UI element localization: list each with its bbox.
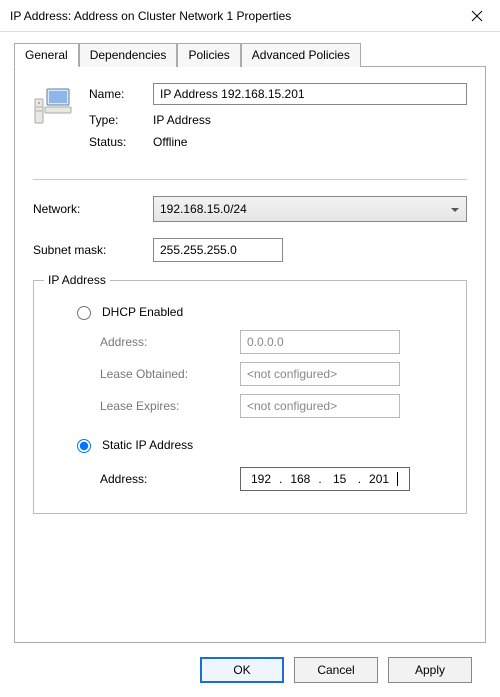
subnet-label: Subnet mask: (33, 243, 143, 257)
ip-octet-1[interactable] (247, 471, 275, 487)
close-button[interactable] (454, 0, 500, 32)
type-value: IP Address (153, 113, 211, 127)
radio-static-label: Static IP Address (102, 438, 193, 452)
dhcp-address-field (240, 330, 400, 354)
ok-button[interactable]: OK (200, 657, 284, 683)
tabpanel-general: Name: Type: IP Address Status: Offline N… (14, 67, 486, 643)
lease-obtained-label: Lease Obtained: (100, 367, 230, 381)
dhcp-address-label: Address: (100, 335, 230, 349)
dot: . (318, 472, 321, 486)
network-label: Network: (33, 202, 143, 216)
ip-octet-2[interactable] (286, 471, 314, 487)
radio-static[interactable]: Static IP Address (72, 436, 448, 453)
name-label: Name: (89, 87, 143, 101)
resource-icon (33, 83, 75, 157)
separator (33, 179, 467, 180)
radio-dhcp[interactable]: DHCP Enabled (72, 303, 448, 320)
radio-static-input[interactable] (77, 439, 91, 453)
dot: . (279, 472, 282, 486)
text-caret (397, 472, 398, 486)
name-input[interactable] (153, 83, 467, 105)
titlebar: IP Address: Address on Cluster Network 1… (0, 0, 500, 32)
window-title: IP Address: Address on Cluster Network 1… (10, 9, 291, 23)
ip-address-group: IP Address DHCP Enabled Address: Lease O… (33, 280, 467, 514)
tab-dependencies[interactable]: Dependencies (79, 43, 178, 67)
status-value: Offline (153, 135, 187, 149)
ip-octet-3[interactable] (326, 471, 354, 487)
ip-octet-4[interactable] (365, 471, 393, 487)
apply-button[interactable]: Apply (388, 657, 472, 683)
tab-policies[interactable]: Policies (177, 43, 240, 67)
button-row: OK Cancel Apply (14, 643, 486, 697)
ip-group-title: IP Address (44, 273, 110, 287)
lease-obtained-field (240, 362, 400, 386)
network-select[interactable]: 192.168.15.0/24 (153, 196, 467, 222)
dot: . (358, 472, 361, 486)
static-address-field[interactable]: . . . (240, 467, 410, 491)
tab-general[interactable]: General (14, 43, 79, 67)
tab-advanced-policies[interactable]: Advanced Policies (241, 43, 361, 67)
subnet-input[interactable] (153, 238, 283, 262)
cancel-button[interactable]: Cancel (294, 657, 378, 683)
tabstrip: General Dependencies Policies Advanced P… (14, 42, 486, 67)
radio-dhcp-label: DHCP Enabled (102, 305, 183, 319)
static-address-label: Address: (100, 472, 230, 486)
radio-dhcp-input[interactable] (77, 306, 91, 320)
lease-expires-field (240, 394, 400, 418)
type-label: Type: (89, 113, 143, 127)
close-icon (471, 10, 483, 22)
lease-expires-label: Lease Expires: (100, 399, 230, 413)
status-label: Status: (89, 135, 143, 149)
